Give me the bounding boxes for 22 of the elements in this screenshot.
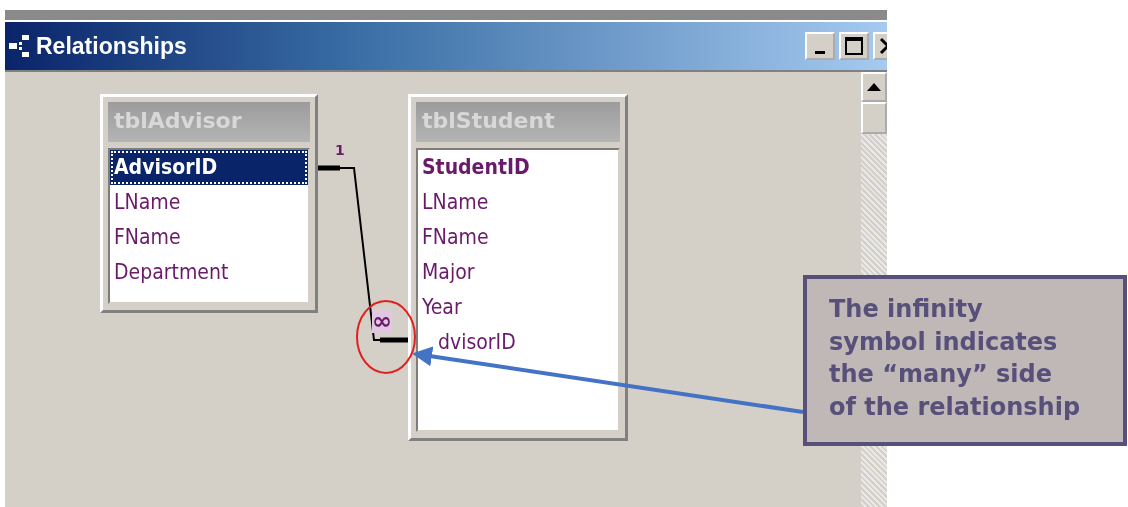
field-item[interactable]: FName [110, 220, 308, 255]
field-item[interactable]: LName [418, 185, 618, 220]
minimize-icon [815, 50, 825, 54]
maximize-icon [845, 37, 863, 55]
one-label: 1 [335, 141, 345, 160]
window-title: Relationships [36, 31, 187, 61]
maximize-button[interactable] [839, 32, 869, 60]
field-item[interactable]: FName [418, 220, 618, 255]
relationships-icon [9, 34, 30, 58]
field-item[interactable]: AdvisorID [110, 150, 308, 185]
scroll-up-button[interactable] [861, 72, 887, 102]
field-item[interactable]: dvisorID [418, 325, 618, 360]
minimize-button[interactable] [805, 32, 835, 60]
field-item[interactable]: Year [418, 290, 618, 325]
field-item[interactable]: Major [418, 255, 618, 290]
callout-text: The infinity symbol indicates the “many” side of the relationship [803, 275, 1127, 446]
up-arrow-icon [867, 83, 881, 91]
field-item[interactable]: Department [110, 255, 308, 290]
many-label: ∞ [372, 309, 392, 333]
scroll-thumb[interactable] [861, 102, 887, 134]
field-item[interactable]: StudentID [418, 150, 618, 185]
field-item[interactable]: LName [110, 185, 308, 220]
